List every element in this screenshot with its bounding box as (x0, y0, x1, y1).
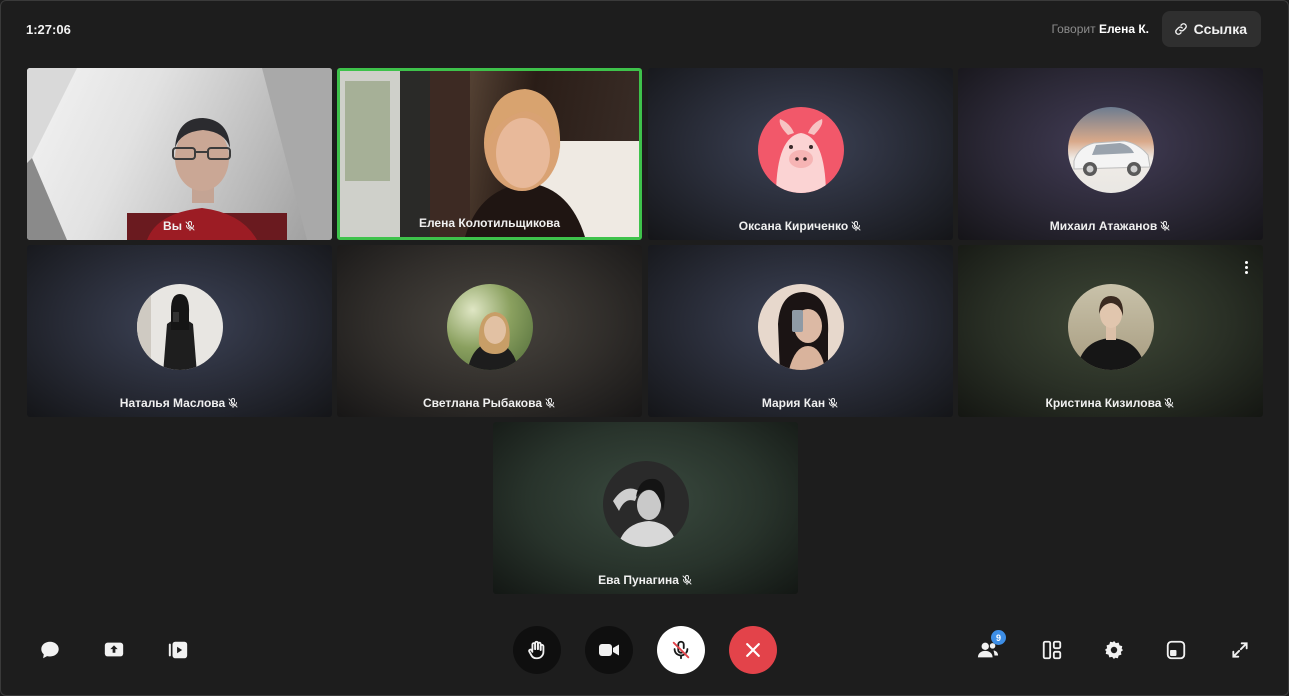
screen-share-button[interactable] (100, 636, 128, 664)
person-avatar-image (136, 284, 197, 370)
tile-more-icon[interactable] (1245, 261, 1249, 276)
participant-name: Наталья Маслова (119, 396, 226, 410)
mic-muted-icon (228, 398, 238, 408)
participant-avatar (446, 284, 533, 370)
picture-in-picture-button[interactable] (1162, 636, 1190, 664)
link-icon (1174, 23, 1187, 35)
participant-tile-oksana[interactable]: Оксана Кириченко (648, 68, 953, 240)
media-icon (168, 641, 188, 659)
person-avatar-image (777, 292, 828, 370)
participants-button[interactable]: 9 (974, 630, 1006, 664)
media-button[interactable] (164, 636, 192, 664)
fullscreen-icon (1232, 642, 1248, 658)
participant-name: Оксана Кириченко (738, 219, 849, 233)
participant-avatar (757, 284, 844, 370)
copy-link-button[interactable]: Ссылка (1161, 11, 1261, 47)
call-timer: 1:27:06 (26, 22, 71, 37)
settings-icon (1104, 640, 1124, 660)
mic-muted-icon (185, 221, 195, 231)
participant-tile-svetlana[interactable]: Светлана Рыбакова (337, 245, 642, 417)
participant-tile-eva[interactable]: Ева Пунагина (493, 422, 798, 594)
copy-link-label: Ссылка (1193, 21, 1247, 37)
person-avatar-image (612, 478, 676, 547)
active-speaker-indicator: Говорит Елена К. (1051, 22, 1149, 36)
participant-name: Михаил Атажанов (1049, 219, 1158, 233)
fullscreen-button[interactable] (1226, 636, 1254, 664)
participant-name-row: Кристина Кизилова (958, 396, 1263, 410)
pip-icon (1166, 640, 1186, 660)
mic-muted-icon (851, 221, 861, 231)
mic-muted-icon (1164, 398, 1174, 408)
participant-avatar (1067, 284, 1154, 370)
participant-name: Ева Пунагина (598, 573, 679, 587)
screen-share-icon (104, 642, 124, 657)
microphone-button[interactable] (657, 626, 705, 674)
speaking-name: Елена К. (1098, 22, 1149, 36)
mic-muted-icon (828, 398, 838, 408)
chat-icon (41, 641, 59, 659)
layout-icon (1042, 640, 1062, 660)
mic-muted-icon (682, 575, 692, 585)
person-avatar-image (467, 312, 518, 370)
raise-hand-button[interactable] (513, 626, 561, 674)
self-video-feed (27, 68, 332, 240)
participant-avatar (136, 284, 223, 370)
mic-muted-icon (545, 398, 555, 408)
participant-name: Мария Кан (761, 396, 826, 410)
participant-name-row: Оксана Кириченко (648, 219, 953, 233)
participant-name: Вы (163, 219, 182, 233)
participant-name-row: Ева Пунагина (493, 573, 798, 587)
participant-tile-natalia[interactable]: Наталья Маслова (27, 245, 332, 417)
participant-tile-elena[interactable]: Елена Колотильщикова (337, 68, 642, 240)
participant-name: Кристина Кизилова (1045, 396, 1162, 410)
participant-name: Елена Колотильщикова (418, 216, 561, 230)
participant-name-row: Елена Колотильщикова (340, 216, 639, 230)
participant-tile-mikhail[interactable]: Михаил Атажанов (958, 68, 1263, 240)
participant-name-row: Мария Кан (648, 396, 953, 410)
participant-name-row: Светлана Рыбакова (337, 396, 642, 410)
participant-name-row: Вы (27, 219, 332, 233)
mic-muted-icon (1160, 221, 1170, 231)
speaking-label: Говорит (1051, 22, 1096, 36)
participants-count-badge: 9 (991, 630, 1006, 645)
raise-hand-icon (528, 640, 545, 660)
elena-video-feed (340, 71, 639, 237)
microphone-muted-icon (672, 640, 690, 660)
chat-button[interactable] (36, 636, 64, 664)
hang-up-button[interactable] (729, 626, 777, 674)
participant-name-row: Наталья Маслова (27, 396, 332, 410)
participant-avatar (1067, 107, 1154, 193)
layout-button[interactable] (1038, 636, 1066, 664)
settings-button[interactable] (1100, 636, 1128, 664)
participant-tile-maria[interactable]: Мария Кан (648, 245, 953, 417)
hang-up-icon (746, 643, 760, 657)
car-avatar-image (1073, 140, 1151, 176)
participant-name-row: Михаил Атажанов (958, 219, 1263, 233)
participant-name: Светлана Рыбакова (422, 396, 543, 410)
camera-icon (599, 644, 619, 656)
participant-tile-kristina[interactable]: Кристина Кизилова (958, 245, 1263, 417)
person-avatar-image (1076, 296, 1145, 370)
participant-avatar (757, 107, 844, 193)
pig-avatar-image (775, 119, 826, 193)
camera-button[interactable] (585, 626, 633, 674)
participant-avatar (602, 461, 689, 547)
participant-tile-self[interactable]: Вы (27, 68, 332, 240)
